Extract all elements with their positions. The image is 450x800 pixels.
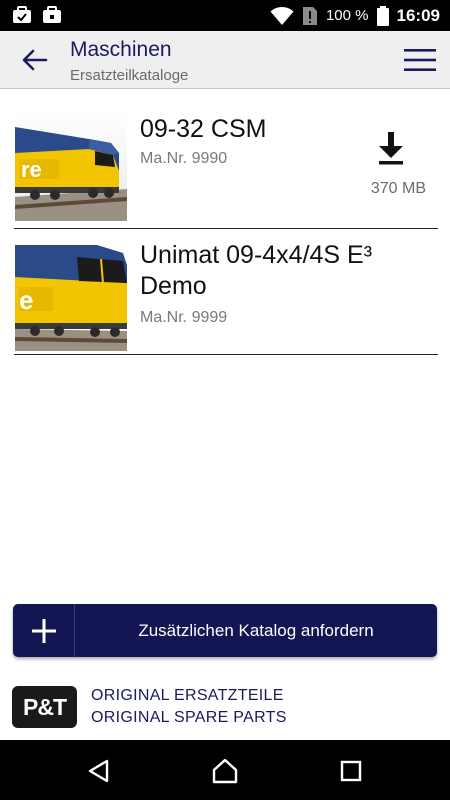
- clock: 16:09: [396, 5, 440, 25]
- machine-number: Ma.Nr. 9999: [140, 309, 228, 326]
- request-catalog-label: Zusätzlichen Katalog anfordern: [138, 621, 374, 640]
- brand-logo: P&T: [12, 686, 77, 728]
- nav-recents-button[interactable]: [338, 758, 364, 784]
- catalog-title: 09-32 CSM: [140, 115, 267, 143]
- machine-thumbnail: e: [15, 239, 127, 351]
- nav-home-button[interactable]: [212, 758, 238, 784]
- system-nav-bar: [0, 740, 450, 800]
- battery-percent: 100 %: [325, 7, 369, 24]
- back-button[interactable]: [20, 47, 50, 73]
- screen: 100 % 16:09 Maschinen Ersatzteilkataloge: [0, 0, 450, 800]
- recents-square-icon: [340, 760, 362, 782]
- status-bar: 100 % 16:09: [0, 0, 450, 31]
- wifi-icon: [270, 6, 294, 25]
- catalog-title: Unimat 09-4x4/4S E³ Demo: [140, 241, 373, 300]
- catalog-item[interactable]: e Unimat 09-4x4/4S E³ Demo Ma.Nr. 9999: [14, 229, 438, 355]
- svg-text:e: e: [19, 285, 33, 315]
- catalog-list: re 09-32 CSM Ma.Nr. 9990 370 MB e Unimat…: [14, 90, 438, 355]
- download-icon: [379, 132, 403, 165]
- arrow-left-icon: [22, 49, 48, 71]
- brand-logo-text: P&T: [23, 693, 67, 720]
- home-icon: [212, 758, 238, 784]
- work-briefcase-icon: [43, 6, 61, 23]
- svg-text:re: re: [21, 157, 42, 182]
- plus-icon: [31, 618, 56, 643]
- brand-tagline-de: ORIGINAL ERSATZTEILE: [91, 687, 284, 704]
- battery-icon: [376, 5, 389, 26]
- no-sim-icon: [302, 6, 317, 25]
- back-triangle-icon: [88, 759, 109, 783]
- download-button[interactable]: [376, 130, 406, 166]
- hamburger-menu-icon: [404, 49, 436, 71]
- status-system: 100 % 16:09: [270, 0, 440, 31]
- status-notifications: [12, 5, 62, 25]
- work-profile-icon: [13, 6, 31, 23]
- request-plus-area: [13, 604, 75, 657]
- page-subtitle: Ersatzteilkataloge: [70, 67, 189, 84]
- download-size: 370 MB: [370, 180, 426, 197]
- machine-thumbnail: re: [15, 109, 127, 221]
- menu-button[interactable]: [404, 48, 436, 72]
- app-toolbar: Maschinen Ersatzteilkataloge: [0, 31, 450, 89]
- machine-number: Ma.Nr. 9990: [140, 150, 228, 167]
- brand-tagline-en: ORIGINAL SPARE PARTS: [91, 709, 287, 726]
- page-title: Maschinen: [70, 38, 172, 61]
- request-catalog-button[interactable]: Zusätzlichen Katalog anfordern: [13, 604, 437, 657]
- catalog-item[interactable]: re 09-32 CSM Ma.Nr. 9990 370 MB: [14, 90, 438, 229]
- nav-back-button[interactable]: [86, 758, 112, 784]
